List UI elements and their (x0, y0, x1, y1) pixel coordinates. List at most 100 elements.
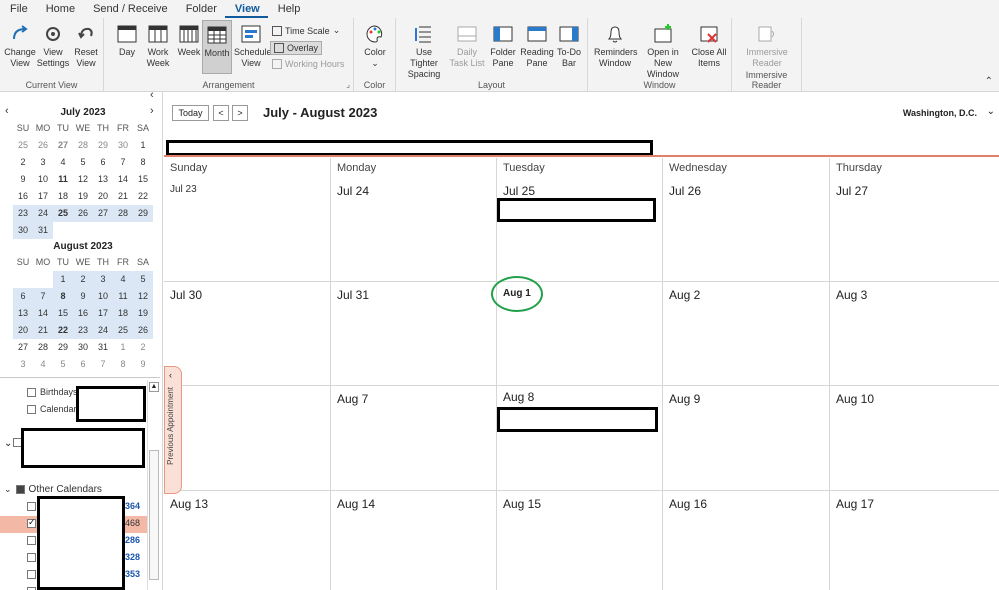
mini-calendar-day[interactable]: 27 (93, 205, 113, 222)
mini-calendar-day[interactable]: 12 (73, 171, 93, 188)
open-new-window-button[interactable]: Open in New Window (638, 20, 688, 79)
mini-calendar-day[interactable]: 2 (73, 271, 93, 288)
mini-calendar-day[interactable]: 30 (113, 137, 133, 154)
mini-calendar-day[interactable]: 18 (53, 188, 73, 205)
previous-button[interactable]: < (213, 105, 229, 121)
time-scale-dropdown[interactable]: Time Scale ⌄ (272, 25, 340, 36)
close-all-items-button[interactable]: Close All Items (690, 20, 728, 74)
mini-calendar-day[interactable]: 10 (93, 288, 113, 305)
mini-calendar-day[interactable]: 15 (133, 171, 153, 188)
day-cell[interactable]: Aug 13 (164, 491, 331, 590)
mini-calendar-day[interactable]: 29 (93, 137, 113, 154)
day-cell[interactable]: Aug 7 (331, 386, 497, 491)
mini-calendar-day[interactable]: 19 (133, 305, 153, 322)
weather-location[interactable]: Washington, D.C. (903, 108, 977, 118)
mini-calendar-day[interactable]: 17 (93, 305, 113, 322)
day-cell[interactable]: Jul 24 (331, 178, 497, 282)
mini-calendar-day[interactable]: 2 (133, 339, 153, 356)
overlay-button[interactable]: Overlay (270, 41, 323, 55)
day-cell[interactable]: Aug 14 (331, 491, 497, 590)
checkbox[interactable] (27, 502, 36, 511)
mini-calendar-day[interactable]: 7 (33, 288, 53, 305)
mini-calendar-day[interactable]: 9 (73, 288, 93, 305)
checkbox[interactable] (27, 553, 36, 562)
mini-calendar-day[interactable]: 9 (133, 356, 153, 373)
collapse-ribbon-icon[interactable]: ⌃ (985, 76, 993, 87)
mini-calendar-day[interactable]: 29 (53, 339, 73, 356)
day-cell[interactable]: Jul 25 (497, 178, 663, 282)
day-cell[interactable]: Aug 15 (497, 491, 663, 590)
mini-calendar-day[interactable]: 31 (93, 339, 113, 356)
change-view-button[interactable]: Change View (3, 20, 37, 74)
day-cell[interactable]: Jul 26 (663, 178, 830, 282)
calendar-item-calendar[interactable]: Calendar (27, 404, 77, 414)
mini-calendar-day[interactable]: 8 (113, 356, 133, 373)
mini-calendar-day[interactable]: 25 (53, 205, 73, 222)
today-button[interactable]: Today (172, 105, 209, 121)
mini-calendar-day[interactable]: 4 (113, 271, 133, 288)
mini-calendar-day[interactable]: 13 (93, 171, 113, 188)
day-cell[interactable]: Aug 2 (663, 282, 830, 386)
day-cell[interactable]: Jul 23 (164, 178, 331, 282)
mini-calendar-day[interactable]: 8 (133, 154, 153, 171)
reminders-window-button[interactable]: Reminders Window (594, 20, 638, 74)
day-cell[interactable]: Jul 31 (331, 282, 497, 386)
mini-calendar-day[interactable]: 21 (113, 188, 133, 205)
group-checkbox[interactable] (15, 485, 25, 494)
tab-folder[interactable]: Folder (176, 0, 225, 18)
mini-calendar-day[interactable]: 26 (33, 137, 53, 154)
tab-view[interactable]: View (224, 0, 268, 18)
mini-calendar-day[interactable]: 4 (33, 356, 53, 373)
mini-calendar-day[interactable]: 21 (33, 322, 53, 339)
mini-calendar-day[interactable]: 19 (73, 188, 93, 205)
mini-calendar-day[interactable]: 11 (53, 171, 73, 188)
redacted-appointment[interactable] (497, 198, 656, 222)
previous-appointment-tab[interactable]: ‹ Previous Appointment (164, 366, 182, 494)
folder-pane-button[interactable]: Folder Pane (486, 20, 520, 74)
mini-calendar-day[interactable]: 4 (53, 154, 73, 171)
mini-calendar-day[interactable]: 23 (73, 322, 93, 339)
mini-calendar-day[interactable]: 3 (33, 154, 53, 171)
tighter-spacing-button[interactable]: Use Tighter Spacing (402, 20, 446, 79)
tab-send-receive[interactable]: Send / Receive (83, 0, 176, 18)
mini-calendar-day[interactable]: 26 (73, 205, 93, 222)
mini-calendar-day[interactable]: 20 (13, 322, 33, 339)
mini-calendar-day[interactable]: 7 (93, 356, 113, 373)
mini-calendar-day[interactable]: 24 (93, 322, 113, 339)
chevron-down-icon[interactable]: ⌄ (987, 106, 995, 117)
checkbox[interactable] (27, 536, 36, 545)
mini-calendar-day[interactable]: 1 (113, 339, 133, 356)
tab-home[interactable]: Home (36, 0, 83, 18)
folder-scrollbar[interactable]: ▲ (147, 380, 159, 590)
day-cell[interactable]: Aug 17 (830, 491, 999, 590)
mini-calendar-day[interactable]: 23 (13, 205, 33, 222)
checkbox[interactable] (27, 387, 36, 397)
working-hours-button[interactable]: Working Hours (272, 59, 344, 69)
redacted-appointment[interactable] (497, 407, 658, 432)
mini-calendar-day[interactable]: 15 (53, 305, 73, 322)
mini-calendar-day[interactable]: 26 (133, 322, 153, 339)
day-cell[interactable] (164, 386, 331, 491)
mini-calendar-day[interactable]: 20 (93, 188, 113, 205)
mini-calendar-day[interactable]: 10 (33, 171, 53, 188)
mini-calendar-day[interactable]: 7 (113, 154, 133, 171)
mini-calendar-day[interactable]: 5 (133, 271, 153, 288)
mini-calendar-day[interactable]: 28 (73, 137, 93, 154)
schedule-view-button[interactable]: Schedule View (234, 20, 272, 74)
month-button[interactable]: Month (202, 20, 232, 74)
expand-chevron-icon[interactable]: ⌄ (4, 484, 12, 495)
mini-calendar-day[interactable]: 1 (53, 271, 73, 288)
mini-calendar-day[interactable]: 28 (113, 205, 133, 222)
reading-pane-button[interactable]: Reading Pane (520, 20, 554, 74)
checkbox[interactable] (27, 570, 36, 579)
dialog-launcher-icon[interactable]: ⌟ (346, 80, 350, 89)
mini-calendar-day[interactable]: 9 (13, 171, 33, 188)
view-settings-button[interactable]: View Settings (36, 20, 70, 74)
mini-calendar-day[interactable]: 18 (113, 305, 133, 322)
week-button[interactable]: Week (172, 20, 206, 74)
mini-calendar-day[interactable]: 25 (13, 137, 33, 154)
mini-calendar-day[interactable]: 22 (133, 188, 153, 205)
prev-month-arrow-icon[interactable]: ‹ (5, 105, 9, 117)
next-button[interactable]: > (232, 105, 248, 121)
day-cell[interactable]: Aug 9 (663, 386, 830, 491)
